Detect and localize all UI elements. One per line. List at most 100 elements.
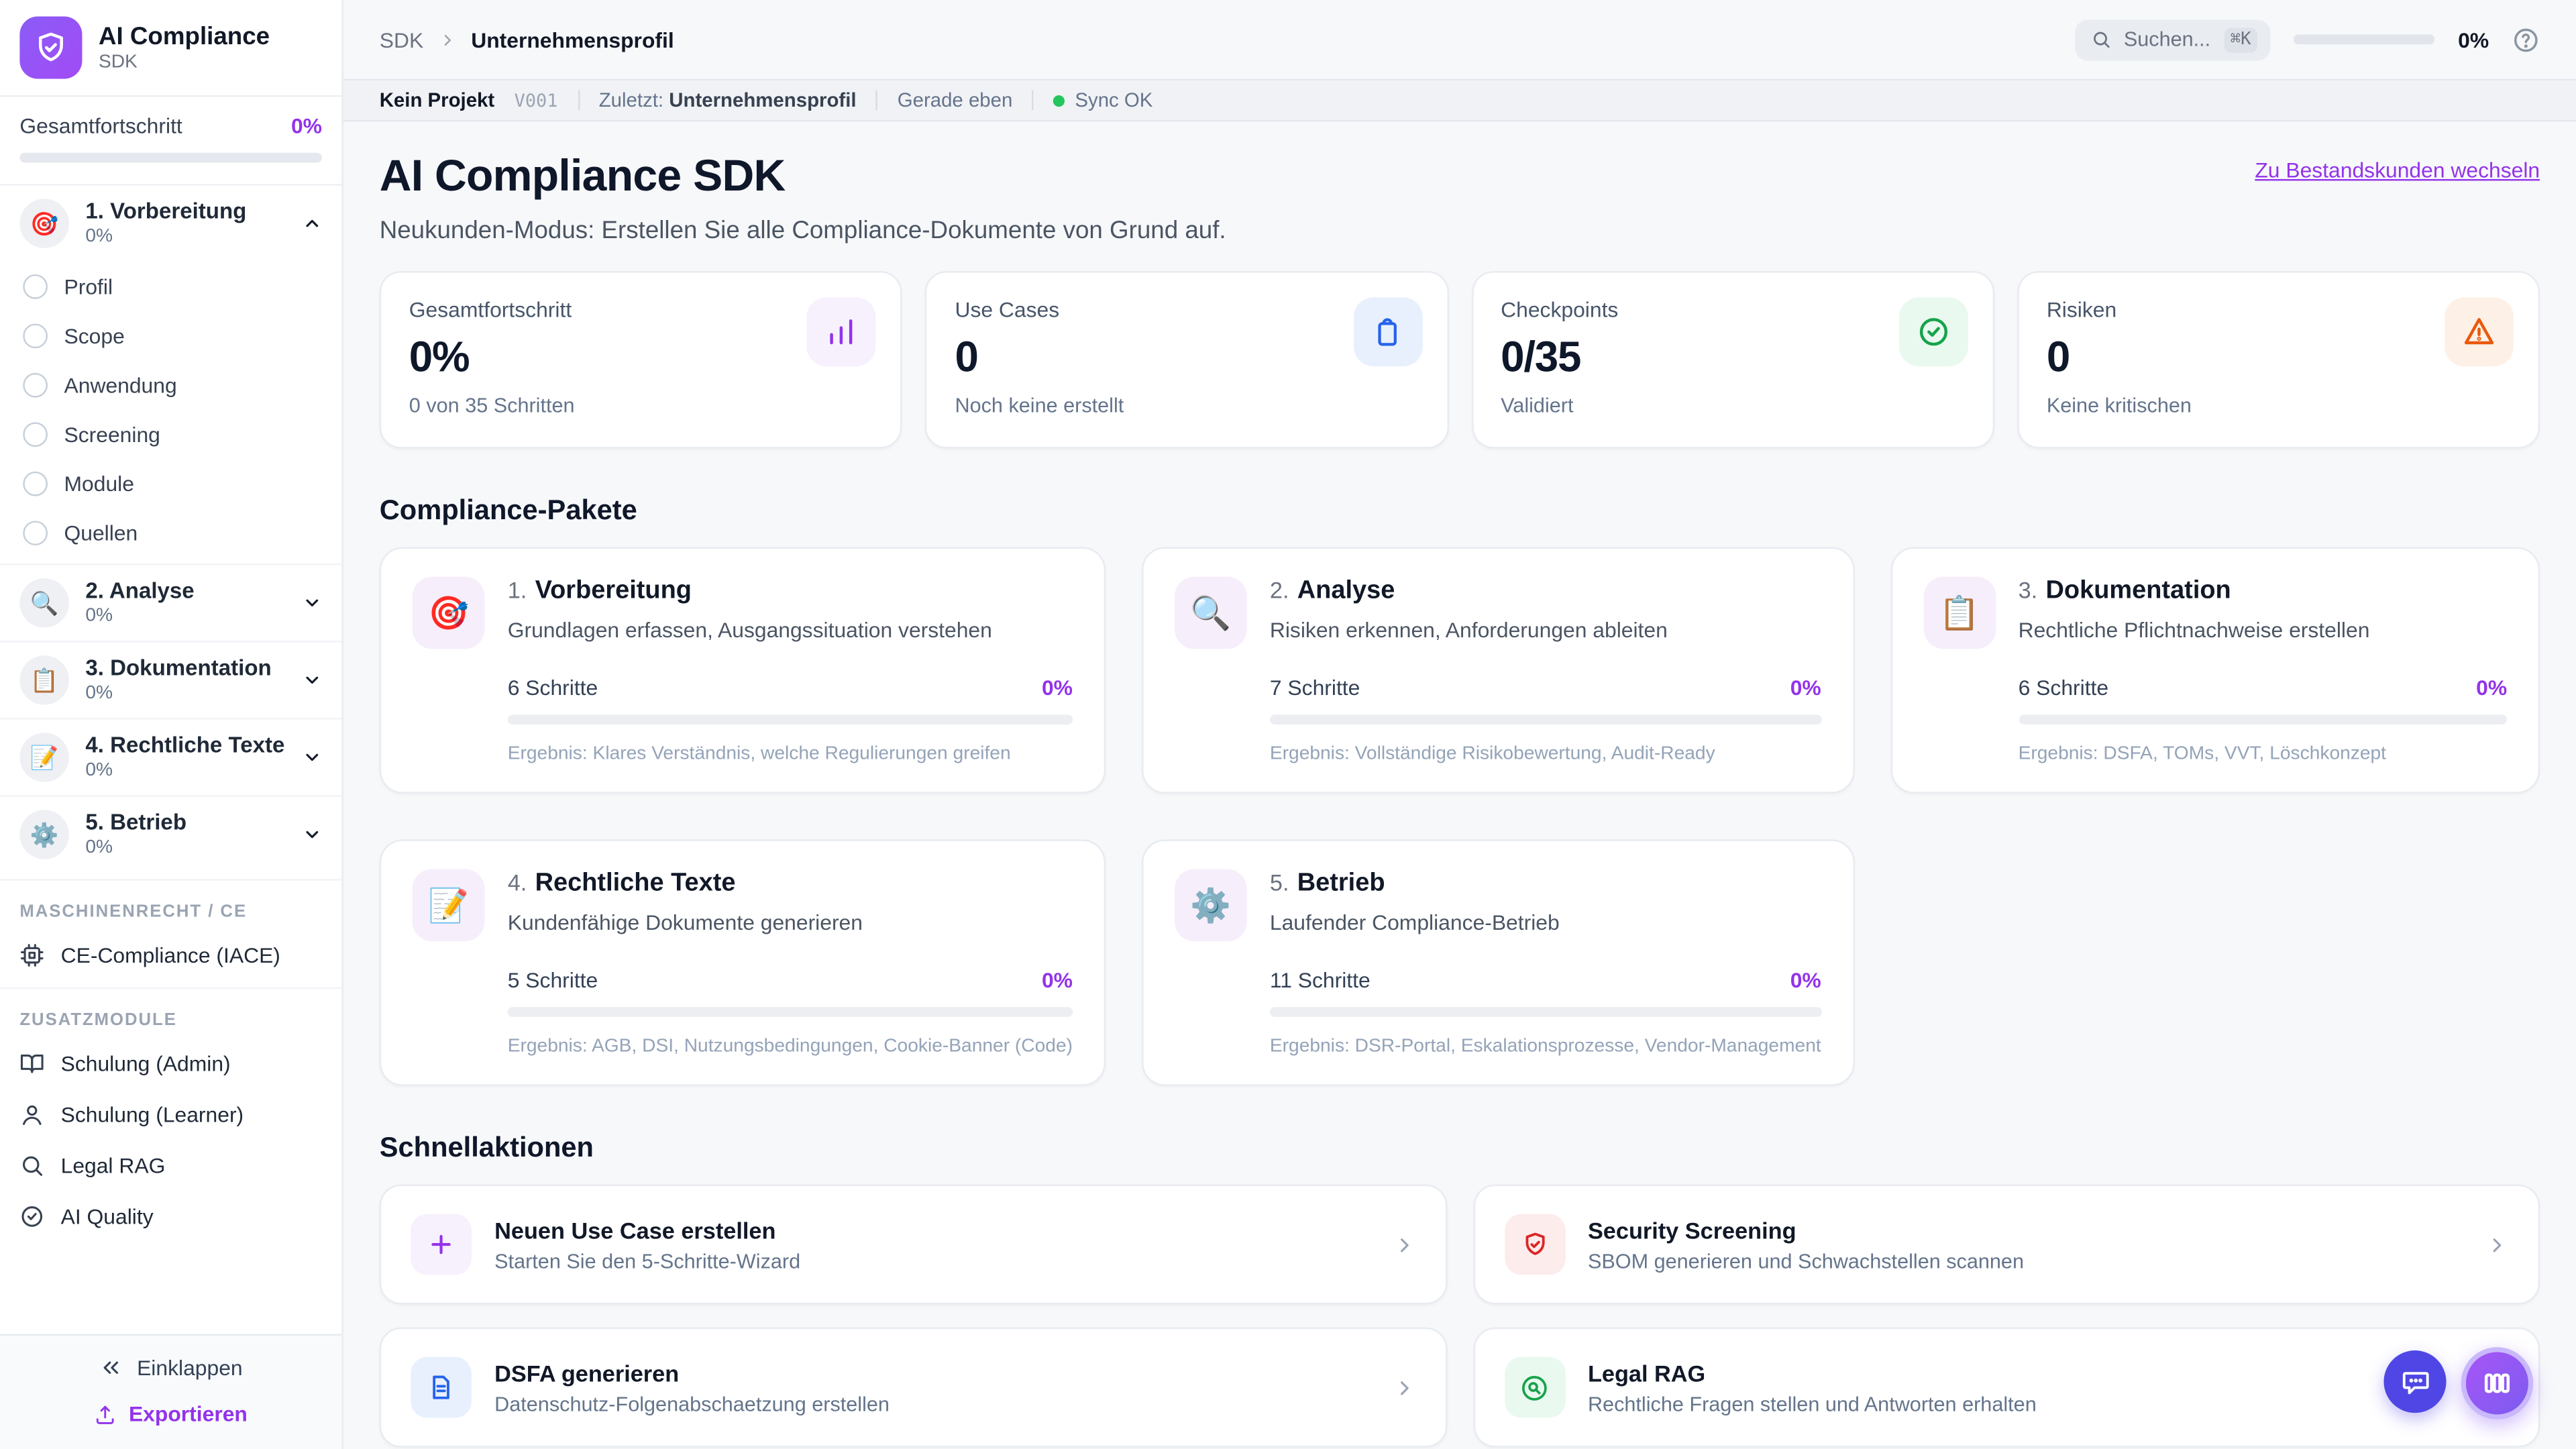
group-percent: 0% [85, 227, 113, 248]
sidebar-item-profil[interactable]: Profil [0, 261, 341, 310]
memo-emoji-icon: 📝 [412, 869, 485, 942]
overall-progress-bar [19, 152, 323, 163]
sidebar-item-scope[interactable]: Scope [0, 311, 341, 360]
step-circle-icon [23, 421, 48, 446]
kanban-board-button[interactable] [2461, 1347, 2534, 1419]
breadcrumb-root[interactable]: SDK [380, 27, 423, 52]
sidebar-item-label: Legal RAG [60, 1153, 166, 1178]
sidebar-group-vorbereitung[interactable]: 🎯 1. Vorbereitung 0% [0, 186, 341, 262]
package-card-betrieb[interactable]: ⚙️ 5. Betrieb Laufender Compliance-Betrie… [1141, 839, 1854, 1086]
sidebar-item-label: Quellen [64, 520, 138, 545]
package-progress-bar [1269, 1007, 1821, 1017]
sidebar-item-quellen[interactable]: Quellen [0, 508, 341, 557]
search-button[interactable]: Suchen... ⌘K [2074, 19, 2271, 60]
alert-triangle-icon [2445, 297, 2514, 367]
chevron-down-icon [303, 593, 322, 612]
package-result: Ergebnis: DSFA, TOMs, VVT, Löschkonzept [2018, 744, 2387, 764]
clipboard-emoji-icon: 📋 [1923, 576, 1996, 649]
divider [577, 90, 580, 111]
status-bar: Kein Projekt V001 Zuletzt: Unternehmensp… [343, 78, 2576, 122]
sidebar-item-label: CE-Compliance (IACE) [60, 943, 280, 968]
sidebar-item-label: Scope [64, 323, 125, 347]
package-description: Grundlagen erfassen, Ausgangssituation v… [507, 617, 992, 643]
magnifier-emoji-icon: 🔍 [1174, 576, 1247, 649]
sidebar-item-legal-rag[interactable]: Legal RAG [0, 1140, 341, 1191]
overall-progress: Gesamtfortschritt 0% [0, 97, 342, 186]
search-icon [19, 1153, 44, 1178]
package-title: Betrieb [1297, 869, 1385, 898]
quick-action-dsfa-generieren[interactable]: DSFA generieren Datenschutz-Folgenabscha… [379, 1327, 1447, 1448]
plus-icon [411, 1214, 472, 1275]
package-description: Kundenfähige Dokumente generieren [507, 910, 863, 935]
package-description: Risiken erkennen, Anforderungen ableiten [1269, 617, 1668, 643]
quick-action-title: Neuen Use Case erstellen [494, 1216, 776, 1243]
quick-action-title: Legal RAG [1587, 1359, 1706, 1386]
stat-sub: Validiert [1501, 394, 1574, 418]
stat-value: 0/35 [1501, 331, 1581, 382]
gear-emoji-icon: ⚙️ [1174, 869, 1247, 942]
chat-bubble-button[interactable] [2383, 1350, 2447, 1413]
package-progress-bar [507, 714, 1073, 725]
chevron-right-icon [438, 30, 456, 48]
sidebar-group-analyse[interactable]: 🔍 2. Analyse 0% [0, 564, 342, 641]
sidebar-group-dokumentation[interactable]: 📋 3. Dokumentation 0% [0, 641, 342, 718]
package-steps: 11 Schritte [1269, 967, 1371, 993]
sidebar-item-label: Profil [64, 273, 113, 299]
quick-action-subtitle: Rechtliche Fragen stellen und Antworten … [1587, 1392, 2037, 1415]
sidebar-item-schulung-admin[interactable]: Schulung (Admin) [0, 1038, 341, 1089]
sidebar-item-ai-quality[interactable]: AI Quality [0, 1191, 341, 1242]
breadcrumb-current: Unternehmensprofil [471, 27, 674, 52]
collapse-sidebar-button[interactable]: Einklappen [99, 1355, 243, 1380]
sidebar-item-label: Schulung (Learner) [60, 1102, 244, 1128]
section-label-maschinenrecht: MASCHINENRECHT / CE [0, 879, 342, 930]
sidebar-item-schulung-learner[interactable]: Schulung (Learner) [0, 1089, 341, 1140]
package-steps: 6 Schritte [2018, 675, 2109, 700]
chevron-down-icon [303, 670, 322, 690]
sidebar-group-rechtliche-texte[interactable]: 📝 4. Rechtliche Texte 0% [0, 718, 342, 795]
app-title: AI Compliance [98, 23, 270, 52]
step-circle-icon [23, 323, 48, 347]
package-result: Ergebnis: AGB, DSI, Nutzungsbedingungen,… [507, 1036, 1073, 1057]
step-circle-icon [23, 520, 48, 545]
stat-value: 0 [2046, 331, 2070, 382]
chevron-right-icon [1393, 1233, 1415, 1256]
switch-mode-link[interactable]: Zu Bestandskunden wechseln [2255, 158, 2540, 182]
quick-action-neuer-use-case[interactable]: Neuen Use Case erstellen Starten Sie den… [379, 1184, 1447, 1305]
top-bar: SDK Unternehmensprofil Suchen... ⌘K 0% [343, 0, 2576, 79]
package-result: Ergebnis: Vollständige Risikobewertung, … [1269, 744, 1715, 764]
export-button[interactable]: Exportieren [95, 1401, 248, 1426]
sidebar-item-screening[interactable]: Screening [0, 409, 341, 458]
package-card-analyse[interactable]: 🔍 2. Analyse Risiken erkennen, Anforderun… [1141, 547, 1854, 794]
stat-card-gesamtfortschritt: Gesamtfortschritt 0% 0 von 35 Schritten [379, 271, 903, 449]
sidebar-item-anwendung[interactable]: Anwendung [0, 360, 341, 409]
quick-action-legal-rag[interactable]: Legal RAG Rechtliche Fragen stellen und … [1472, 1327, 2540, 1448]
stat-label: Risiken [2046, 297, 2117, 323]
collapse-label: Einklappen [137, 1355, 243, 1381]
packages-grid: 🎯 1. Vorbereitung Grundlagen erfassen, Au… [379, 547, 2540, 1086]
group-label: 3. Dokumentation [85, 655, 272, 680]
cpu-icon [19, 943, 44, 968]
sidebar: AI Compliance SDK Gesamtfortschritt 0% 🎯… [0, 0, 343, 1449]
sidebar-item-label: AI Quality [60, 1204, 154, 1229]
check-circle-icon [19, 1204, 44, 1229]
sidebar-item-module[interactable]: Module [0, 458, 341, 507]
package-card-dokumentation[interactable]: 📋 3. Dokumentation Rechtliche Pflichtnach… [1890, 547, 2540, 794]
header-progress-value: 0% [2458, 27, 2489, 52]
group-percent: 0% [85, 684, 113, 704]
chevron-down-icon [303, 747, 322, 767]
sidebar-group-betrieb[interactable]: ⚙️ 5. Betrieb 0% [0, 795, 342, 872]
columns-icon [2481, 1367, 2514, 1400]
sidebar-item-label: Anwendung [64, 372, 177, 397]
sidebar-item-label: Module [64, 470, 134, 496]
sidebar-item-ce-compliance[interactable]: CE-Compliance (IACE) [0, 930, 341, 981]
stat-value: 0% [409, 331, 470, 382]
quick-action-security-screening[interactable]: Security Screening SBOM generieren und S… [1472, 1184, 2540, 1305]
help-icon[interactable] [2512, 25, 2540, 54]
package-card-rechtliche-texte[interactable]: 📝 4. Rechtliche Texte Kundenfähige Dokume… [379, 839, 1106, 1086]
app-subtitle: SDK [98, 52, 138, 72]
package-card-vorbereitung[interactable]: 🎯 1. Vorbereitung Grundlagen erfassen, Au… [379, 547, 1106, 794]
sync-status: Sync OK [1053, 89, 1152, 112]
section-heading-pakete: Compliance-Pakete [379, 494, 637, 526]
document-icon [411, 1356, 472, 1418]
stat-label: Use Cases [955, 297, 1060, 323]
